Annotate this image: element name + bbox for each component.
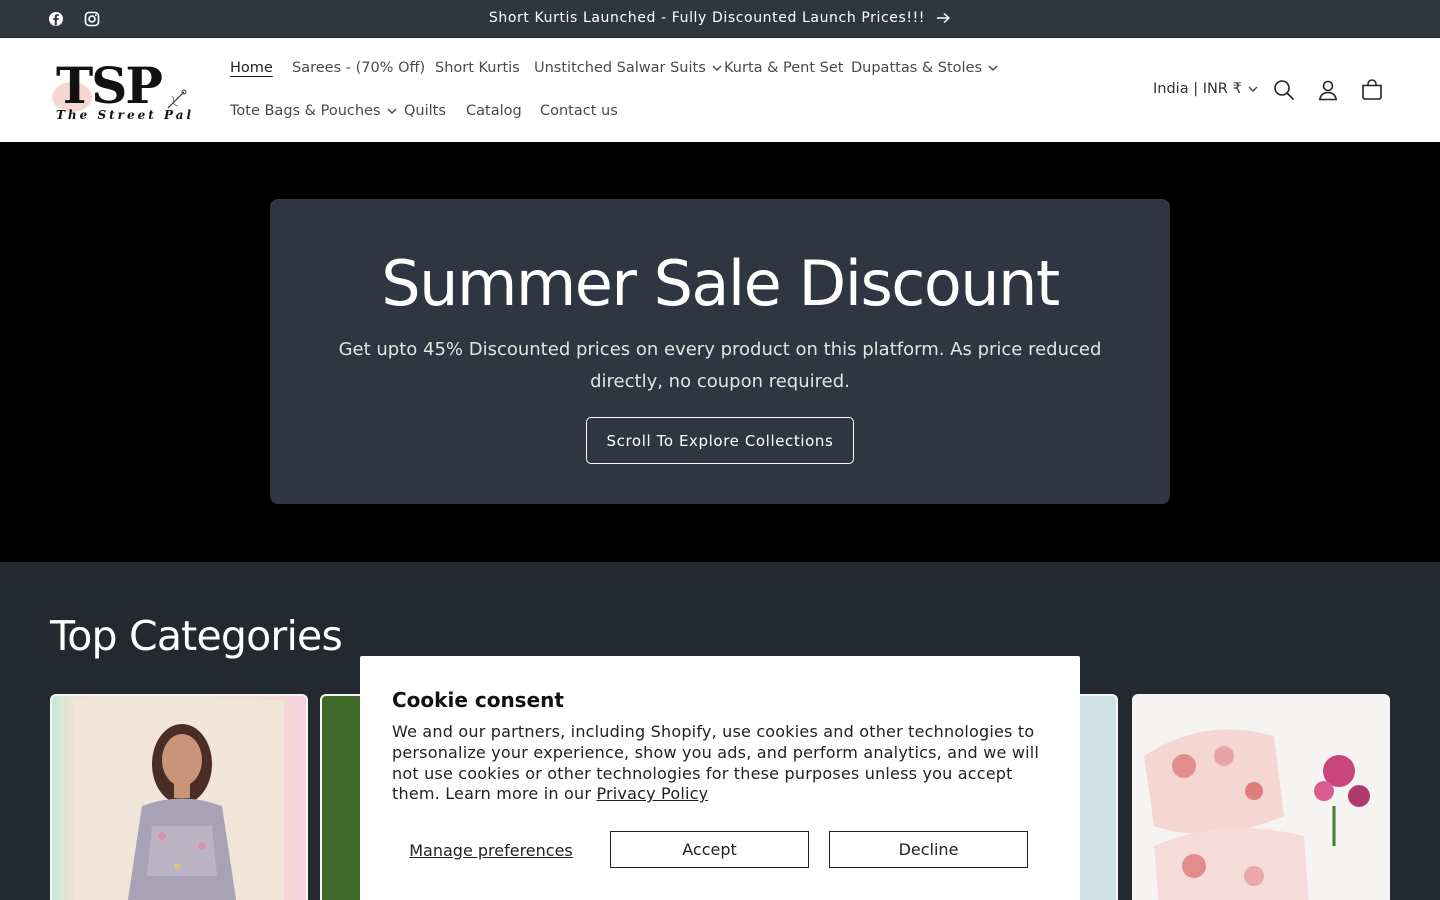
hero-section: Summer Sale Discount Get upto 45% Discou… — [0, 142, 1440, 562]
nav-dupattas-stoles[interactable]: Dupattas & Stoles — [851, 60, 998, 76]
nav-label: Unstitched Salwar Suits — [534, 60, 706, 76]
nav-home[interactable]: Home — [230, 60, 273, 76]
category-card-pouches[interactable] — [1132, 694, 1390, 900]
nav-label: Tote Bags & Pouches — [230, 103, 381, 119]
site-header: TSP The Street Pal Home Sarees - (70% Of… — [0, 38, 1440, 142]
nav-label: Sarees - (70% Off) — [292, 60, 426, 76]
chevron-down-icon — [1248, 86, 1258, 92]
announcement-message[interactable]: Short Kurtis Launched - Fully Discounted… — [0, 10, 1440, 26]
nav-label: Short Kurtis — [435, 60, 520, 76]
logo-subtitle: The Street Pal — [56, 108, 195, 122]
nav-quilts[interactable]: Quilts — [404, 103, 446, 119]
announcement-text[interactable]: Short Kurtis Launched - Fully Discounted… — [489, 10, 925, 26]
category-image — [74, 700, 284, 900]
categories-title: Top Categories — [50, 612, 343, 660]
nav-label: Catalog — [466, 103, 522, 119]
nav-short-kurtis[interactable]: Short Kurtis — [435, 60, 520, 76]
category-image — [1134, 696, 1388, 900]
arrow-right-icon — [937, 12, 951, 24]
cookie-text: We and our partners, including Shopify, … — [392, 722, 1040, 804]
nav-label: Kurta & Pent Set — [724, 60, 844, 76]
nav-unstitched-salwar-suits[interactable]: Unstitched Salwar Suits — [534, 60, 722, 76]
chevron-down-icon — [387, 108, 397, 114]
decline-button[interactable]: Decline — [829, 831, 1028, 868]
nav-catalog[interactable]: Catalog — [466, 103, 522, 119]
cookie-body: We and our partners, including Shopify, … — [392, 722, 1052, 805]
nav-tote-bags-pouches[interactable]: Tote Bags & Pouches — [230, 103, 397, 119]
search-icon[interactable] — [1272, 78, 1296, 102]
category-card-4[interactable] — [1080, 694, 1118, 900]
country-label: India | INR ₹ — [1153, 81, 1242, 97]
hero-banner: Summer Sale Discount Get upto 45% Discou… — [270, 199, 1170, 504]
category-card-kurtis[interactable] — [50, 694, 308, 900]
nav-kurta-pent-set[interactable]: Kurta & Pent Set — [724, 60, 843, 76]
accept-button[interactable]: Accept — [610, 831, 809, 868]
chevron-down-icon — [988, 65, 998, 71]
nav-label: Contact us — [540, 103, 618, 119]
manage-preferences-button[interactable]: Manage preferences — [392, 831, 590, 869]
needle-icon — [167, 89, 187, 109]
nav-sarees[interactable]: Sarees - (70% Off) — [292, 60, 425, 76]
nav-label: Home — [230, 60, 273, 76]
nav-label: Quilts — [404, 103, 446, 119]
cart-icon[interactable] — [1360, 78, 1384, 102]
country-selector[interactable]: India | INR ₹ — [1153, 81, 1258, 97]
privacy-policy-link[interactable]: Privacy Policy — [596, 784, 708, 803]
announcement-bar: Short Kurtis Launched - Fully Discounted… — [0, 0, 1440, 38]
account-icon[interactable] — [1316, 78, 1340, 102]
cookie-title: Cookie consent — [392, 688, 564, 712]
hero-title: Summer Sale Discount — [381, 247, 1060, 320]
logo-text: TSP — [56, 56, 163, 115]
logo[interactable]: TSP The Street Pal — [50, 54, 191, 126]
chevron-down-icon — [712, 65, 722, 71]
nav-label: Dupattas & Stoles — [851, 60, 983, 76]
hero-text: Get upto 45% Discounted prices on every … — [338, 339, 1102, 392]
category-card-2[interactable] — [320, 694, 360, 900]
cookie-consent-dialog: Cookie consent We and our partners, incl… — [360, 656, 1080, 900]
scroll-explore-button[interactable]: Scroll To Explore Collections — [586, 417, 854, 464]
nav-contact-us[interactable]: Contact us — [540, 103, 618, 119]
